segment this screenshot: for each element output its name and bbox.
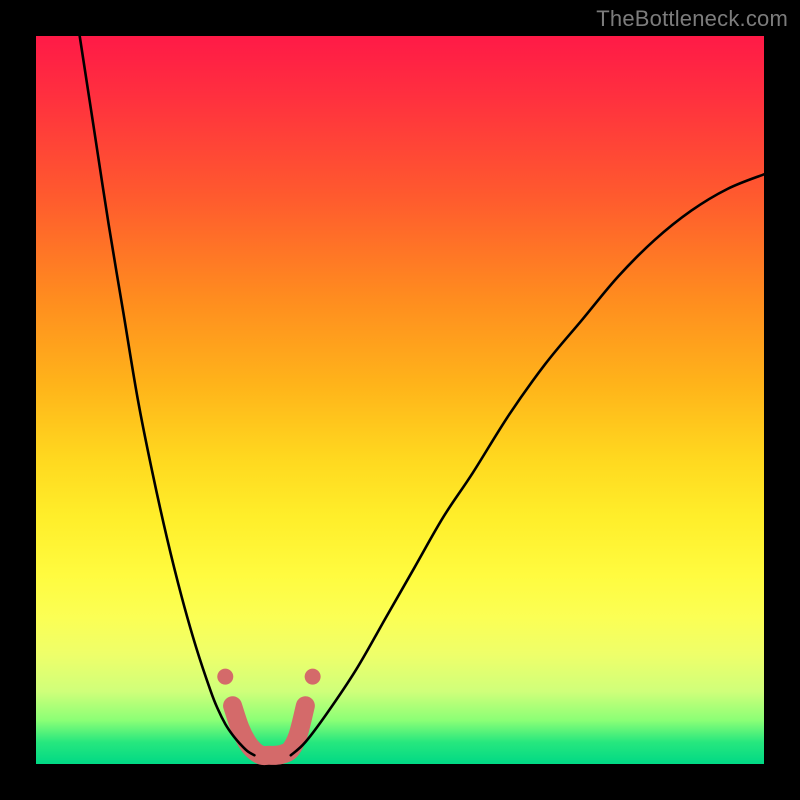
- plot-area: [36, 36, 764, 764]
- bottleneck-curve-right: [291, 174, 764, 755]
- bottleneck-curve-left: [80, 36, 255, 755]
- chart-frame: TheBottleneck.com: [0, 0, 800, 800]
- watermark-text: TheBottleneck.com: [596, 6, 788, 32]
- valley-dot-right: [305, 669, 321, 685]
- valley-dot-left: [217, 669, 233, 685]
- curve-svg: [36, 36, 764, 764]
